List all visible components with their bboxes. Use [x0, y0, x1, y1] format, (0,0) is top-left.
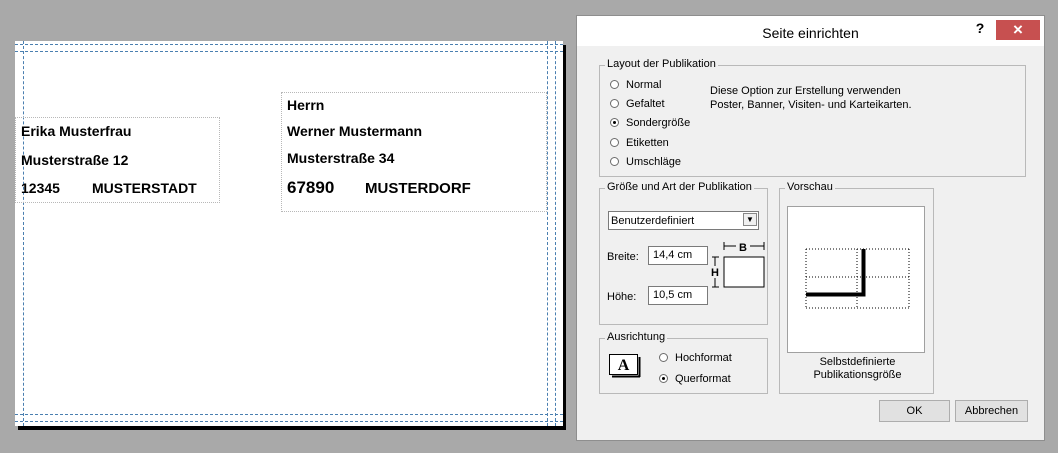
margin-guide-left: [23, 41, 24, 426]
radio-normal-label: Normal: [626, 79, 662, 91]
height-label: Höhe:: [607, 291, 637, 303]
sender-address-box[interactable]: Erika Musterfrau Musterstraße 12 12345 M…: [15, 117, 220, 203]
diagram-h-label: H: [711, 267, 719, 279]
radio-gefaltet-label: Gefaltet: [626, 98, 665, 110]
sender-city: MUSTERSTADT: [92, 180, 197, 196]
publication-type-dropdown[interactable]: Benutzerdefiniert ▼: [608, 211, 759, 230]
width-input[interactable]: 14,4 cm: [648, 246, 708, 265]
size-legend: Größe und Art der Publikation: [605, 181, 754, 193]
radio-normal-dot: [610, 80, 619, 89]
layout-group: Layout der Publikation Normal Gefaltet S…: [599, 58, 1026, 177]
margin-guide-top-inner: [15, 51, 563, 52]
preview-legend: Vorschau: [785, 181, 835, 193]
radio-gefaltet-dot: [610, 99, 619, 108]
recipient-salutation: Herrn: [287, 97, 325, 113]
sender-zip: 12345: [21, 180, 60, 196]
size-dimension-diagram: B H: [711, 241, 765, 288]
preview-group: Vorschau Selbstdefinierte Publikationsgr…: [779, 181, 935, 394]
margin-guide-bottom-outer: [15, 421, 563, 422]
help-button[interactable]: ?: [973, 20, 987, 36]
radio-etiketten-label: Etiketten: [626, 137, 669, 149]
radio-etiketten-dot: [610, 138, 619, 147]
recipient-zip: 67890: [287, 178, 335, 197]
orientation-icon-letter: A: [618, 357, 630, 374]
recipient-address-box[interactable]: Herrn Werner Mustermann Musterstraße 34 …: [281, 92, 547, 212]
preview-sheet: [805, 248, 910, 309]
radio-querformat-label: Querformat: [675, 373, 731, 385]
recipient-name: Werner Mustermann: [287, 123, 423, 139]
margin-guide-top: [15, 44, 563, 45]
recipient-street: Musterstraße 34: [287, 150, 395, 166]
width-label: Breite:: [607, 251, 639, 263]
page-setup-dialog: Seite einrichten ? × Layout der Publikat…: [576, 15, 1045, 441]
cancel-button[interactable]: Abbrechen: [955, 400, 1028, 422]
recipient-city: MUSTERDORF: [365, 180, 471, 197]
publication-type-value: Benutzerdefiniert: [611, 215, 695, 227]
size-group: Größe und Art der Publikation Benutzerde…: [599, 181, 768, 325]
orientation-legend: Ausrichtung: [605, 331, 668, 343]
diagram-b-label: B: [739, 242, 747, 254]
layout-description-line2: Poster, Banner, Visiten- und Karteikarte…: [710, 99, 912, 111]
preview-caption-line2: Publikationsgröße: [813, 369, 902, 381]
ok-button[interactable]: OK: [879, 400, 950, 422]
dialog-titlebar[interactable]: Seite einrichten ? ×: [577, 16, 1044, 46]
radio-hochformat-label: Hochformat: [675, 352, 732, 364]
radio-sondergroesse-label: Sondergröße: [626, 117, 691, 129]
preview-caption-line1: Selbstdefinierte: [819, 356, 896, 368]
orientation-group: Ausrichtung A Hochformat Querformat: [599, 331, 768, 394]
radio-umschlaege-label: Umschläge: [626, 156, 682, 168]
layout-description: Diese Option zur Erstellung verwenden Po…: [710, 84, 912, 112]
chevron-down-icon[interactable]: ▼: [743, 213, 757, 226]
radio-querformat-dot: [659, 374, 668, 383]
height-input[interactable]: 10,5 cm: [648, 286, 708, 305]
layout-description-line1: Diese Option zur Erstellung verwenden: [710, 85, 901, 97]
sender-street: Musterstraße 12: [21, 152, 129, 168]
sender-name: Erika Musterfrau: [21, 123, 132, 139]
margin-guide-bottom: [15, 414, 563, 415]
orientation-icon: A: [609, 354, 641, 378]
radio-hochformat-dot: [659, 353, 668, 362]
layout-legend: Layout der Publikation: [605, 58, 718, 70]
preview-caption: Selbstdefinierte Publikationsgröße: [780, 356, 935, 382]
radio-sondergroesse-dot: [610, 118, 619, 127]
radio-umschlaege-dot: [610, 157, 619, 166]
margin-guide-right: [547, 41, 548, 426]
preview-area: [787, 206, 925, 353]
close-button[interactable]: ×: [996, 20, 1040, 40]
publication-page[interactable]: Erika Musterfrau Musterstraße 12 12345 M…: [15, 41, 563, 426]
margin-guide-right-outer: [555, 41, 556, 426]
